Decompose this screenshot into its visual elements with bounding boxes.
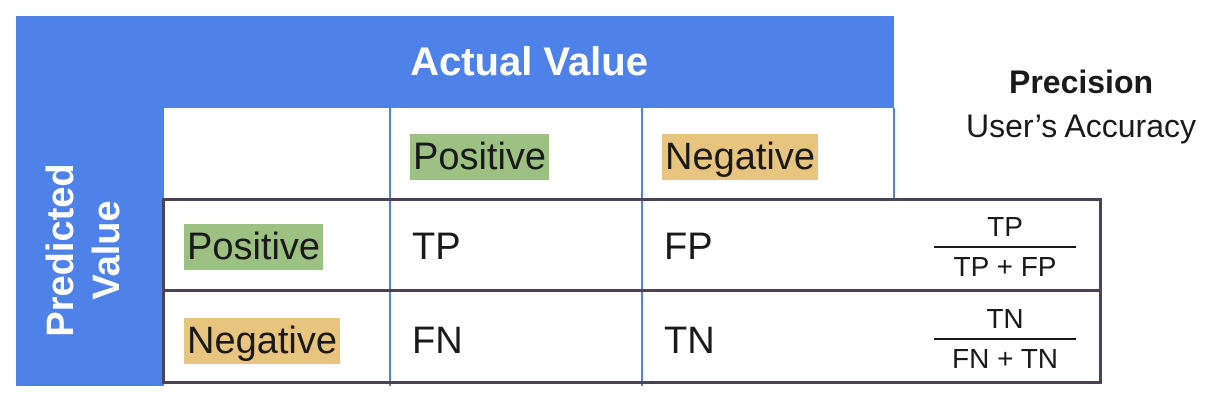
empty-corner-cell <box>164 108 390 198</box>
predicted-value-line1: Predicted <box>40 163 82 337</box>
predicted-value-line2: Value <box>86 200 128 300</box>
precision-subtitle: User’s Accuracy <box>966 108 1196 144</box>
actual-value-header: Actual Value <box>410 39 648 84</box>
prediction-rows-divider <box>162 289 1102 292</box>
grid-line <box>893 108 895 198</box>
precision-title: Precision <box>1008 64 1154 100</box>
column-label-negative: Negative <box>662 134 818 180</box>
predicted-value-label: Predicted Value <box>38 163 130 336</box>
column-label-positive: Positive <box>410 134 550 180</box>
